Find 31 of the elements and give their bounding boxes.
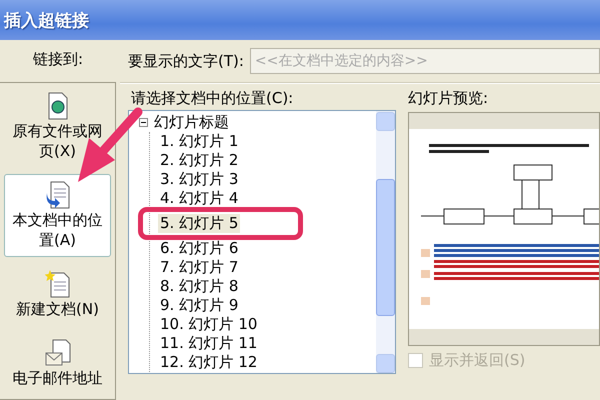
tree-item[interactable]: 7. 幻灯片 7 <box>158 258 240 277</box>
document-envelope-icon <box>44 339 70 367</box>
link-to-label: 链接到: <box>32 49 84 70</box>
tree-item[interactable]: 6. 幻灯片 6 <box>158 239 240 258</box>
tree-item[interactable]: 11. 幻灯片 11 <box>158 334 260 353</box>
new-document-icon <box>44 270 70 298</box>
scroll-thumb[interactable] <box>376 179 395 316</box>
scrollbar[interactable] <box>376 111 395 373</box>
tree-node[interactable]: 幻灯片标题 <box>154 113 229 132</box>
link-type-button[interactable]: 本文档中的位置(A) <box>4 174 111 257</box>
document-arrow-icon <box>44 181 70 209</box>
tree-item[interactable]: 1. 幻灯片 1 <box>158 132 240 151</box>
display-text-label: 要显示的文字(T): <box>128 52 244 70</box>
tree-item[interactable]: 8. 幻灯片 8 <box>158 277 240 296</box>
link-type-button[interactable]: 电子邮件地址 <box>4 332 111 395</box>
link-type-button[interactable]: 新建文档(N) <box>4 263 111 326</box>
window-title: 插入超链接 <box>4 11 89 31</box>
tree-item[interactable]: 9. 幻灯片 9 <box>158 296 240 315</box>
collapse-icon[interactable] <box>139 118 148 127</box>
scroll-up-icon[interactable] <box>376 112 395 131</box>
tree-item[interactable]: 12. 幻灯片 12 <box>158 353 260 372</box>
tree-item[interactable]: 4. 幻灯片 4 <box>158 189 240 208</box>
show-and-return-label: 显示并返回(S) <box>429 351 526 370</box>
preview-label: 幻灯片预览: <box>408 88 490 109</box>
tree-item[interactable]: 10. 幻灯片 10 <box>158 315 260 334</box>
tree-item[interactable]: 2. 幻灯片 2 <box>158 151 240 170</box>
tree-item[interactable]: 5. 幻灯片 5 <box>158 214 240 233</box>
location-label: 请选择文档中的位置(C): <box>130 88 294 109</box>
tree-item[interactable]: 3. 幻灯片 3 <box>158 170 240 189</box>
document-globe-icon <box>46 92 68 120</box>
scroll-down-icon[interactable] <box>376 354 395 373</box>
